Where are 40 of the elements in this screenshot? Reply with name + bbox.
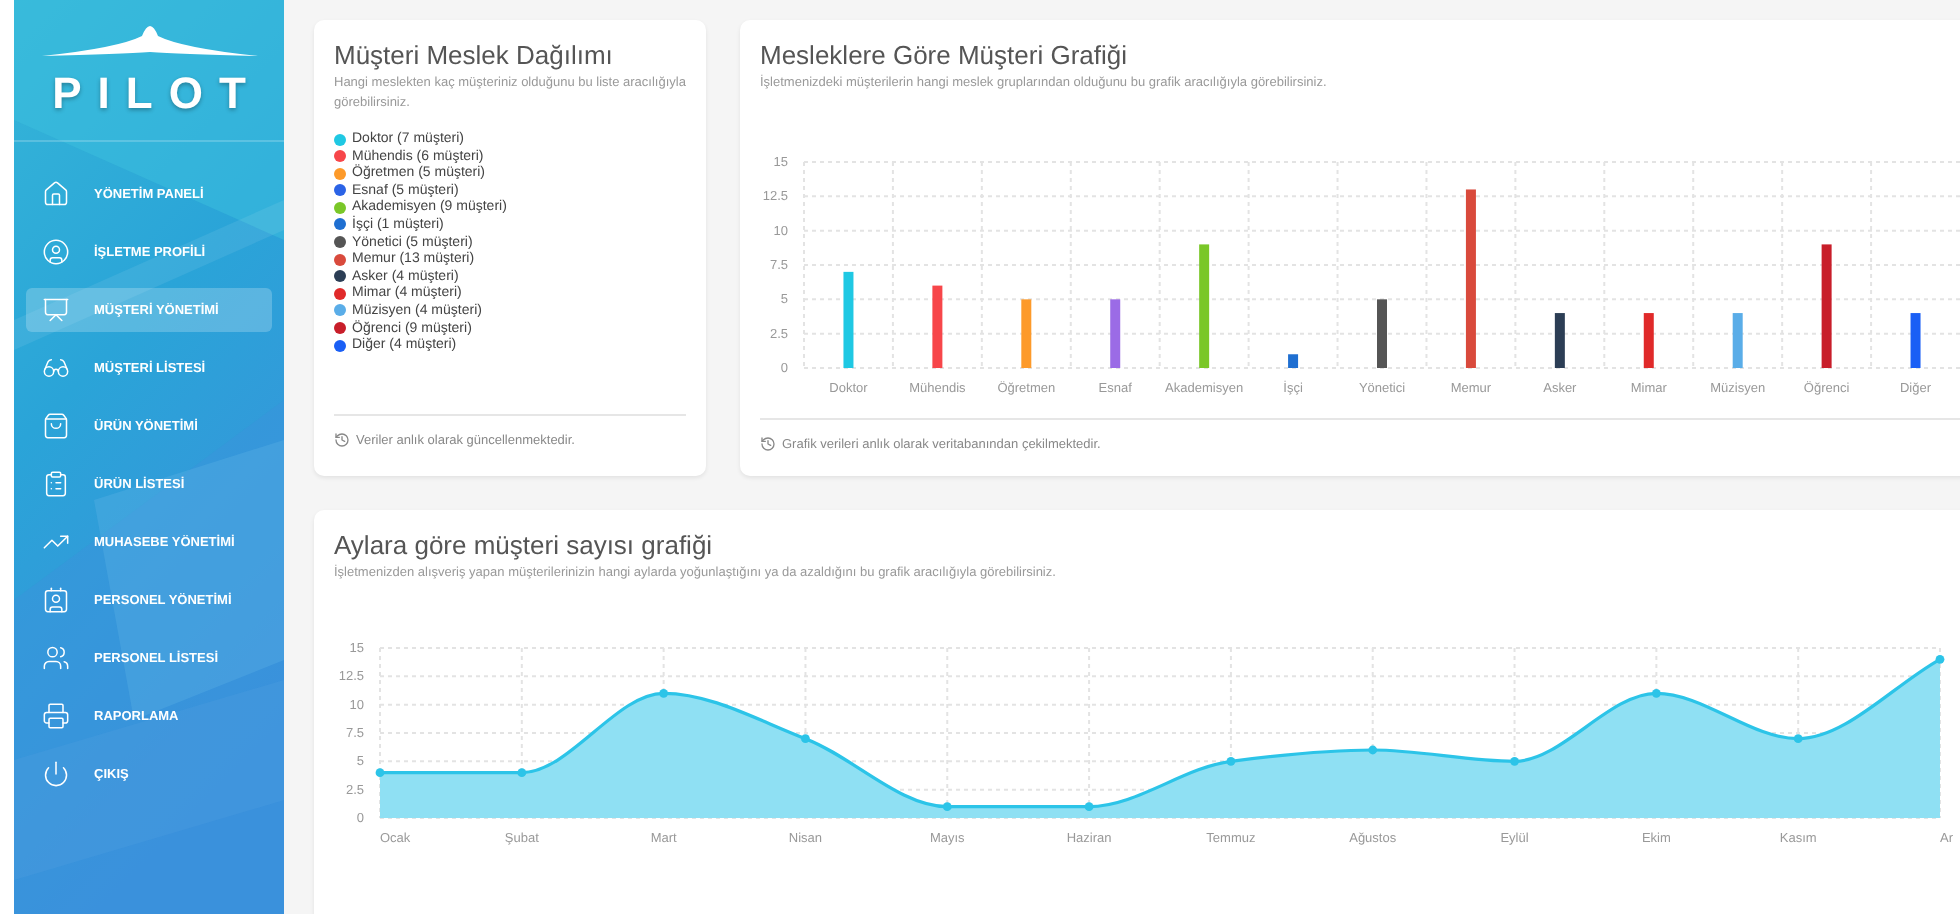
logo: PILOT — [50, 68, 262, 120]
data-point — [1510, 756, 1519, 766]
bar — [932, 285, 943, 368]
glasses-icon — [42, 354, 70, 382]
users-icon — [42, 644, 70, 672]
user-circle-icon — [42, 238, 70, 266]
data-point — [1651, 688, 1661, 698]
power-icon — [42, 760, 70, 788]
house-icon — [42, 180, 70, 208]
data-point — [517, 768, 527, 778]
data-point — [801, 734, 810, 744]
card-title: Müşteri Meslek Dağılımı — [334, 40, 615, 70]
card-title: Mesleklere Göre Müşteri Grafiği — [760, 40, 1129, 70]
data-point — [659, 688, 669, 698]
card-title: Aylara göre müşteri sayısı grafiği — [334, 530, 715, 560]
data-point — [375, 768, 385, 778]
bag-icon — [42, 412, 70, 440]
bar — [1554, 313, 1565, 368]
bar — [1821, 244, 1832, 368]
data-point — [1368, 745, 1378, 755]
history-icon — [334, 432, 350, 448]
printer-icon — [42, 702, 70, 730]
data-point — [1793, 734, 1803, 744]
data-point — [1226, 756, 1236, 766]
bar — [1910, 313, 1921, 368]
bar — [1377, 299, 1387, 368]
presentation-icon — [42, 296, 70, 324]
bar — [1643, 313, 1654, 368]
bar — [1021, 299, 1032, 368]
data-point — [1935, 654, 1945, 664]
bar — [1288, 354, 1299, 368]
data-point — [942, 802, 952, 812]
data-point — [1084, 802, 1094, 812]
clipboard-icon — [42, 470, 70, 498]
bar — [1732, 313, 1743, 368]
bar — [843, 271, 854, 368]
id-card-icon — [42, 586, 70, 614]
bar — [1199, 244, 1210, 368]
bar — [1110, 299, 1121, 368]
history-icon — [760, 436, 776, 452]
